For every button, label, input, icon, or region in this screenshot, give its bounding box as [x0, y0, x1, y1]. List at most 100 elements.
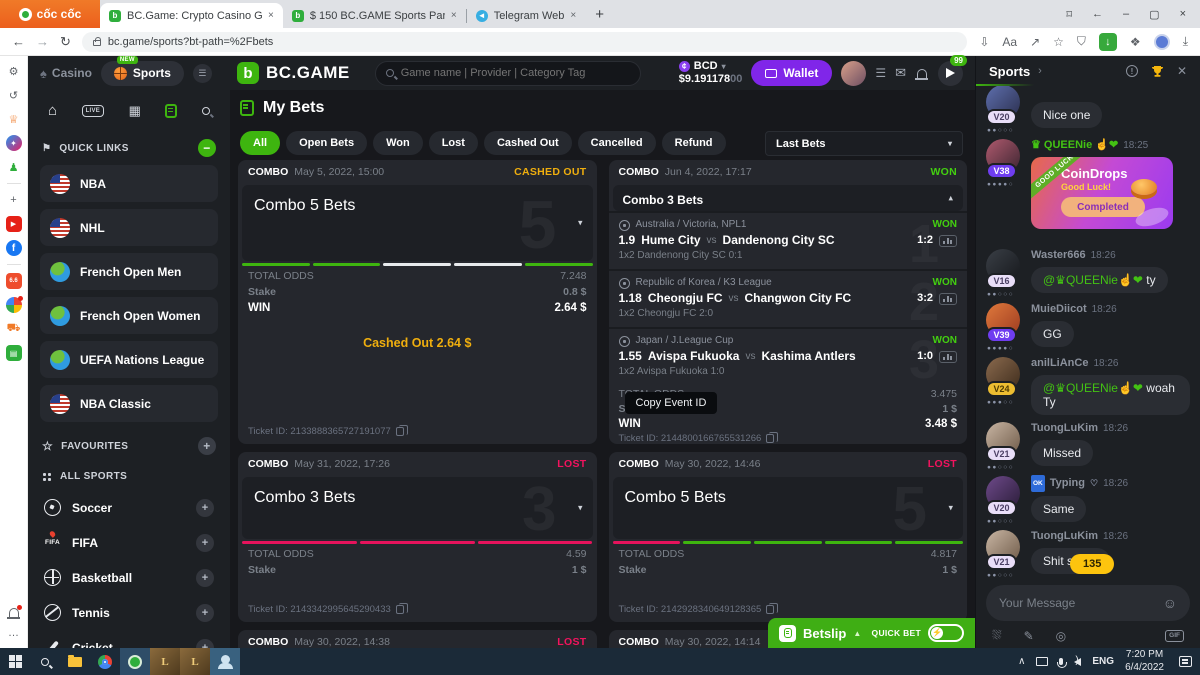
tab-close-icon[interactable]: ×: [570, 10, 576, 21]
filter-cashed-out[interactable]: Cashed Out: [484, 131, 572, 155]
filter-open-bets[interactable]: Open Bets: [286, 131, 367, 155]
header-menu-icon[interactable]: ☰: [193, 64, 212, 83]
history-icon[interactable]: ↺: [6, 87, 22, 103]
coin-rain-icon[interactable]: ⛆: [992, 628, 1002, 643]
sidebar-item-basketball[interactable]: Basketball+: [40, 560, 218, 595]
extensions-icon[interactable]: ❖: [1130, 35, 1141, 49]
mention[interactable]: @♛QUEENie☝❤: [1043, 381, 1143, 395]
sidebar-item-nhl[interactable]: NHL: [40, 209, 218, 246]
combo-summary[interactable]: Combo 3 Bets 3 ▾: [242, 477, 593, 539]
window-close-button[interactable]: ×: [1180, 8, 1186, 20]
gift-card-icon[interactable]: ▤: [6, 345, 22, 361]
filter-won[interactable]: Won: [373, 131, 423, 155]
rewards-crown-icon[interactable]: ♕: [6, 111, 22, 127]
copy-icon[interactable]: [766, 434, 774, 443]
username[interactable]: Waster666: [1031, 248, 1086, 263]
quick-bet-toggle[interactable]: ⚡: [928, 624, 964, 642]
combo-summary[interactable]: Combo 5 Bets 5 ▾: [613, 477, 964, 539]
username[interactable]: anilLiAnCe: [1031, 356, 1088, 371]
pinned-app-icon[interactable]: [6, 297, 22, 313]
expand-sport-button[interactable]: +: [196, 534, 214, 552]
rail-more-icon[interactable]: …: [6, 625, 22, 641]
browser-tab-bcgame[interactable]: b BC.Game: Crypto Casino Gam ×: [100, 3, 283, 28]
league-of-legends-icon[interactable]: L: [180, 648, 210, 675]
browser-tab-telegram[interactable]: ◄ Telegram Web ×: [467, 3, 586, 28]
message-input[interactable]: [999, 596, 1155, 610]
start-button[interactable]: [0, 648, 30, 675]
tab-close-icon[interactable]: ×: [451, 10, 457, 21]
mention[interactable]: @♛QUEENie☝❤: [1043, 273, 1143, 287]
game-search[interactable]: [375, 61, 641, 86]
chat-rules-icon[interactable]: !: [1126, 65, 1138, 77]
share-icon[interactable]: ↗: [1030, 35, 1040, 49]
youtube-icon[interactable]: ▶: [6, 216, 22, 232]
sidebar-item-fifa[interactable]: FIFAFIFA+: [40, 525, 218, 560]
stats-icon[interactable]: [939, 235, 957, 247]
collapse-combo-icon[interactable]: ▴: [948, 193, 953, 204]
chevron-right-icon[interactable]: ›: [1038, 65, 1042, 77]
bookmark-star-icon[interactable]: ☆: [1053, 35, 1064, 49]
close-icon[interactable]: ✕: [1177, 64, 1187, 78]
reload-button[interactable]: ↻: [60, 34, 71, 50]
tip-coin-icon[interactable]: ◎: [1056, 629, 1066, 643]
copy-icon[interactable]: [396, 427, 404, 436]
message-input-pill[interactable]: ☺: [986, 585, 1190, 621]
expand-combo-icon[interactable]: ▾: [948, 503, 953, 514]
language-indicator[interactable]: ENG: [1092, 656, 1114, 667]
settings-gear-icon[interactable]: ⚙: [6, 63, 22, 79]
filter-lost[interactable]: Lost: [429, 131, 478, 155]
filter-cancelled[interactable]: Cancelled: [578, 131, 656, 155]
combo-summary[interactable]: Combo 5 Bets 5 ▾: [242, 185, 593, 261]
home-icon[interactable]: ⌂: [48, 102, 57, 119]
collapse-quick-links-button[interactable]: −: [198, 139, 216, 157]
games-controller-icon[interactable]: ♟: [6, 159, 22, 175]
recent-tabs-icon[interactable]: ←: [1092, 8, 1103, 20]
copy-icon[interactable]: [396, 605, 404, 614]
game-search-input[interactable]: [401, 67, 630, 79]
wallet-button[interactable]: Wallet: [751, 60, 832, 86]
user-menu-icon[interactable]: ☰: [875, 66, 886, 80]
system-clock[interactable]: 7:20 PM 6/4/2022: [1125, 649, 1164, 674]
action-center-icon[interactable]: [1179, 656, 1192, 667]
my-bets-icon[interactable]: [165, 104, 177, 118]
browser-tab-parlay[interactable]: b $ 150 BC.GAME Sports Parla ×: [283, 3, 466, 28]
copy-icon[interactable]: [766, 605, 774, 614]
currency-selector[interactable]: ¢ BCD ▾ $9.19117800: [679, 60, 743, 85]
stats-icon[interactable]: [939, 293, 957, 305]
username[interactable]: TuongLuKim: [1031, 421, 1098, 436]
facebook-icon[interactable]: f: [6, 240, 22, 256]
gif-icon[interactable]: GIF: [1165, 630, 1184, 642]
live-icon[interactable]: LIVE: [82, 105, 105, 117]
messenger-icon[interactable]: ✦: [6, 135, 22, 151]
stats-icon[interactable]: [939, 351, 957, 363]
coccoc-brand[interactable]: cốc cốc: [0, 0, 100, 28]
coindrops-completed-button[interactable]: Completed: [1061, 197, 1145, 217]
sidebar-item-nba[interactable]: NBA: [40, 165, 218, 202]
sidebar-item-french-open-men[interactable]: French Open Men: [40, 253, 218, 290]
unread-count-pill[interactable]: 135: [1070, 554, 1114, 574]
save-page-icon[interactable]: ⇩: [979, 35, 989, 49]
coindrops-card[interactable]: GOOD LUCK CoinDrops Good Luck! Completed: [1031, 157, 1173, 229]
microphone-icon[interactable]: [1059, 658, 1063, 665]
filter-all[interactable]: All: [240, 131, 280, 155]
bcgame-logo[interactable]: b BC.GAME: [237, 62, 350, 84]
new-tab-button[interactable]: +: [595, 6, 604, 23]
expand-combo-icon[interactable]: ▾: [578, 218, 583, 229]
add-favourite-button[interactable]: +: [198, 437, 216, 455]
sidebar-item-nba-classic[interactable]: NBA Classic: [40, 385, 218, 422]
taskbar-search-icon[interactable]: [30, 648, 60, 675]
username[interactable]: TuongLuKim: [1031, 529, 1098, 544]
shopee-icon[interactable]: 6.6: [6, 273, 22, 289]
notifications-bell-icon[interactable]: [9, 608, 19, 617]
browser-profile-avatar[interactable]: [1154, 34, 1170, 50]
speaker-icon[interactable]: [1074, 658, 1081, 666]
filter-refund[interactable]: Refund: [662, 131, 726, 155]
tray-expand-icon[interactable]: ∧: [1018, 656, 1025, 667]
shopping-cart-icon[interactable]: ⛟: [6, 321, 22, 337]
window-maximize-button[interactable]: ▢: [1149, 8, 1159, 21]
file-explorer-icon[interactable]: [60, 648, 90, 675]
sort-dropdown[interactable]: Last Bets ▾: [765, 131, 963, 156]
expand-combo-icon[interactable]: ▾: [578, 503, 583, 514]
tab-search-icon[interactable]: ⌑: [1066, 8, 1072, 21]
add-shortcut-icon[interactable]: +: [6, 192, 22, 208]
